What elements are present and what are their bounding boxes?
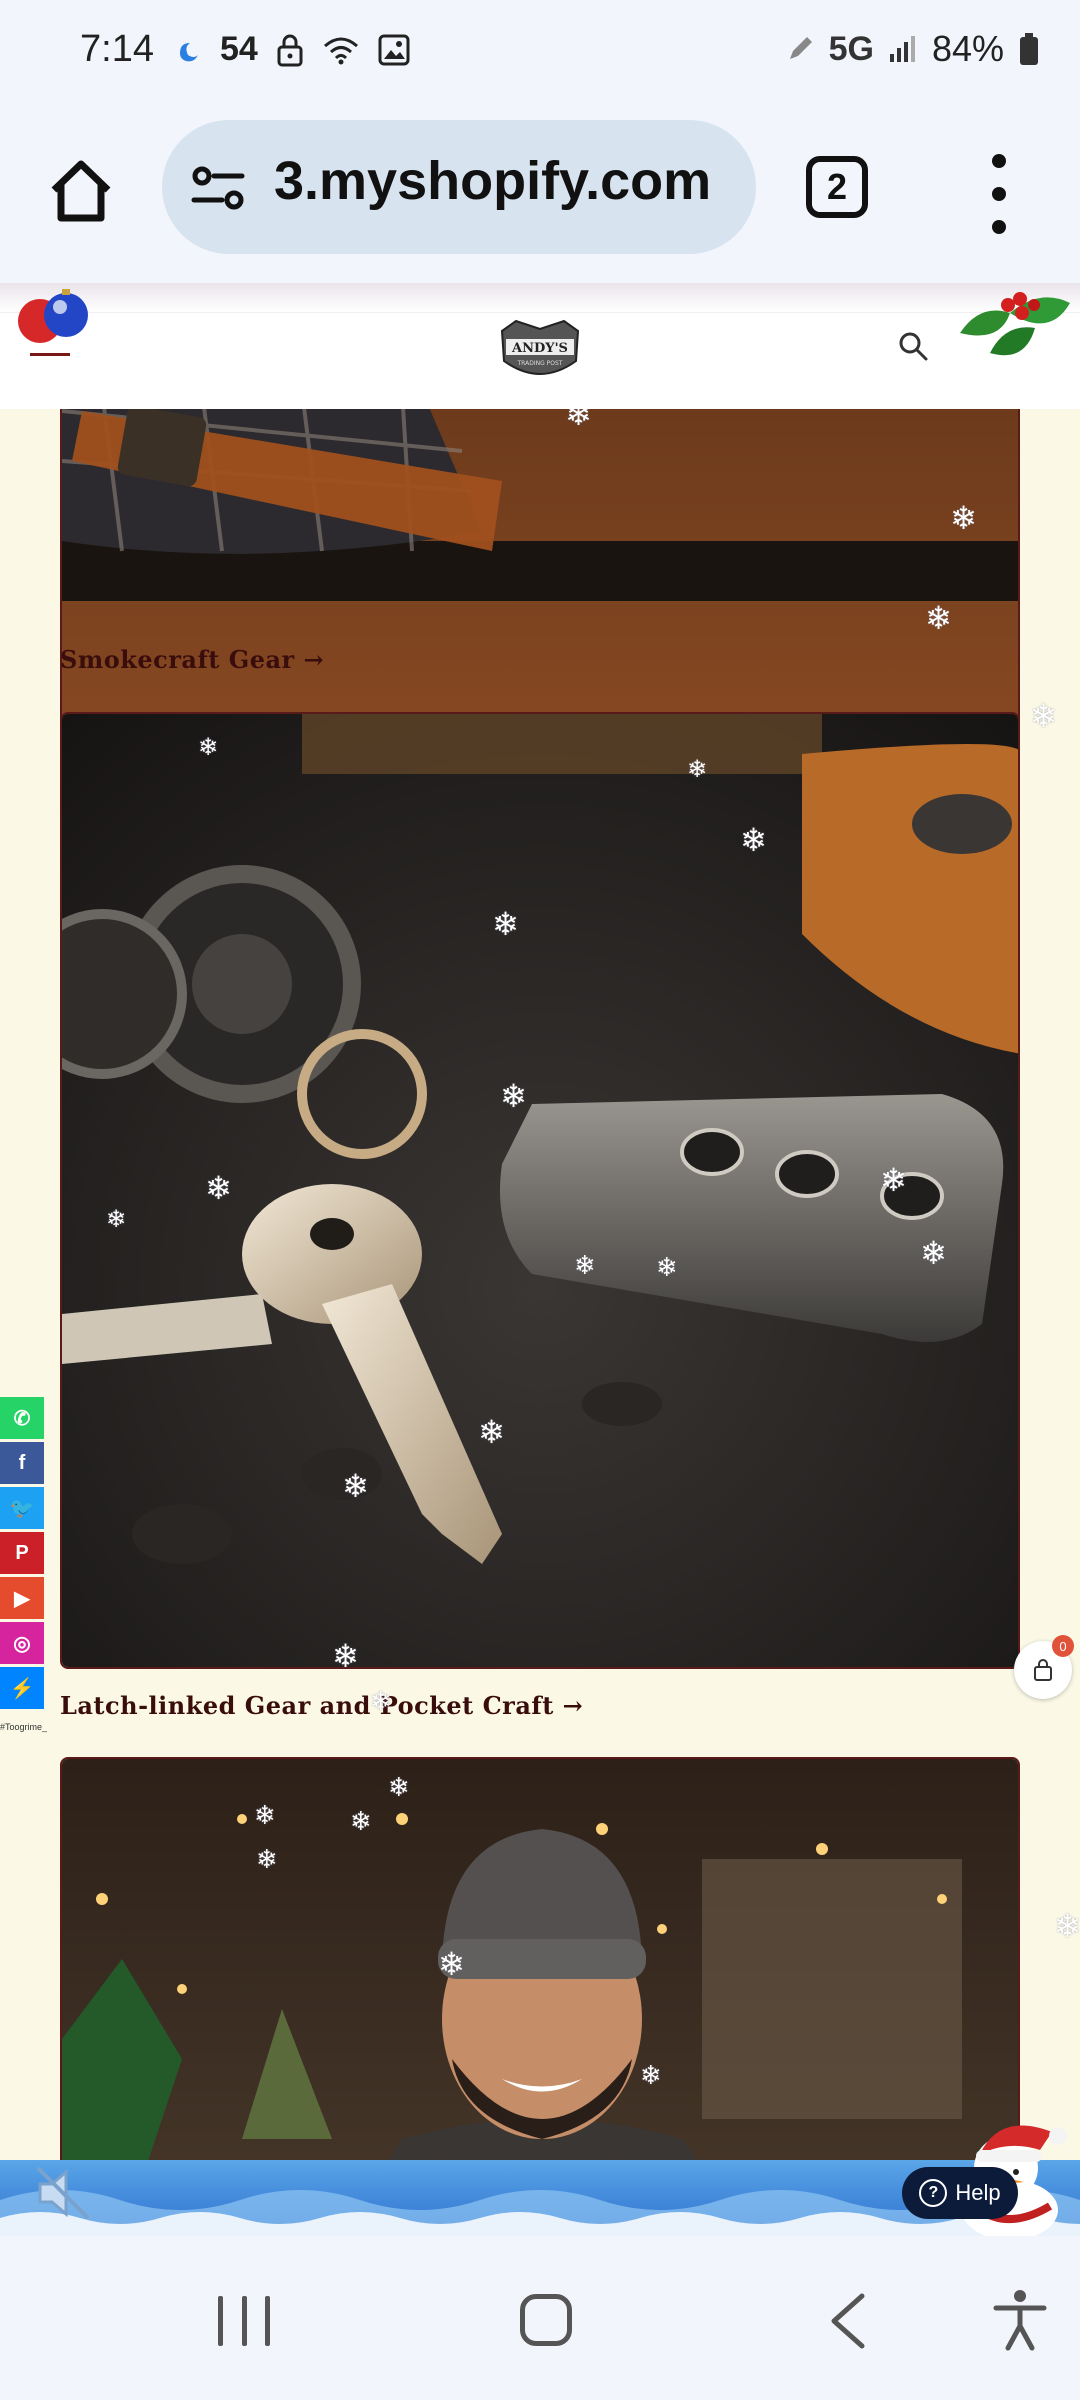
snowflake-icon: ❄ [438,1945,465,1983]
snowflake-icon: ❄ [332,1637,359,1675]
mute-icon[interactable] [30,2160,96,2226]
battery-icon [1020,33,1038,65]
collection-list: Smokecraft Gear → Latch-linked Gear and … [0,409,1080,2236]
facebook-icon[interactable]: f [0,1442,44,1484]
collection-link-smokecraft[interactable]: Smokecraft Gear → [60,645,324,674]
collection-card-image-latch[interactable] [60,712,1020,1669]
help-question-icon: ? [919,2179,948,2207]
snowflake-icon: ❄ [1054,1907,1080,1945]
pen-icon [789,37,812,59]
status-time: 7:14 [80,28,154,70]
menu-toggle-button[interactable] [30,353,70,387]
social-share-label: #Toogrime_ [0,1722,48,1732]
cart-count-badge: 0 [1052,1635,1074,1657]
battery-level: 84% [931,28,1004,69]
browser-menu-button[interactable] [982,154,1016,234]
collection-link-latch[interactable]: Latch-linked Gear and Pocket Craft → [60,1691,583,1720]
snowflake-icon: ❄ [920,1234,947,1272]
snowflake-icon: ❄ [256,1845,278,1875]
back-icon[interactable] [828,2292,868,2350]
snowflake-icon: ❄ [640,2061,662,2091]
snowflake-icon: ❄ [198,733,219,761]
snowflake-icon: ❄ [687,755,708,783]
site-logo[interactable]: ANDY'S TRADING POST [496,317,584,383]
snowflake-icon: ❄ [880,1161,907,1199]
site-settings-icon[interactable] [188,158,248,218]
home-button[interactable] [520,2294,572,2346]
snowflake-icon: ❄ [565,409,592,433]
snowflake-icon: ❄ [574,1251,596,1281]
whatsapp-icon[interactable]: ✆ [0,1397,44,1439]
browser-toolbar: 3.myshopify.com 2 [0,108,1080,283]
home-icon[interactable] [46,156,116,226]
status-temperature: 54 [220,30,258,68]
header-snow-decoration [0,283,1080,313]
gallery-icon [378,34,410,65]
help-button[interactable]: ? Help [902,2167,1018,2219]
recent-apps-button[interactable] [218,2296,270,2346]
address-bar[interactable]: 3.myshopify.com [162,120,756,254]
snowflake-icon: ❄ [500,1077,527,1115]
instagram-icon[interactable]: ◎ [0,1622,44,1664]
holly-decoration-icon [960,292,1070,356]
status-right-icons: 5G 84% [785,28,1040,70]
snowflake-icon: ❄ [350,1807,372,1837]
snowflake-icon: ❄ [656,1253,678,1283]
wifi-icon [323,37,358,64]
accessibility-icon[interactable] [990,2288,1050,2352]
messenger-icon[interactable]: ⚡ [0,1667,44,1709]
ornament-icon [18,289,88,343]
snowflake-icon: ❄ [342,1467,369,1505]
snowflake-icon: ❄ [740,821,767,859]
system-navigation-bar [0,2236,1080,2400]
tab-switcher-button[interactable]: 2 [806,156,868,218]
status-left-icons: 54 [176,30,410,69]
twitter-icon[interactable]: 🐦 [0,1487,44,1529]
snowflake-icon: ❄ [254,1801,276,1831]
snowflake-icon: ❄ [106,1205,127,1233]
help-label: Help [955,2180,1001,2205]
signal-icon [889,36,915,62]
social-share-bar: ✆ f 🐦 P ▶ ◎ ⚡ [0,1397,44,1712]
network-type: 5G [828,29,874,68]
search-icon[interactable] [896,329,930,363]
pinterest-icon[interactable]: P [0,1532,44,1574]
snowflake-icon: ❄ [950,499,977,537]
status-bar: 7:14 54 5G 84% [0,0,1080,108]
weather-icon [180,42,198,61]
cart-bag-icon [1034,1659,1052,1681]
snowflake-icon: ❄ [478,1413,505,1451]
snowflake-icon: ❄ [205,1169,232,1207]
site-header: ANDY'S TRADING POST [0,283,1080,409]
snowflake-icon: ❄ [925,599,952,637]
snowflake-icon: ❄ [1030,697,1057,735]
snowflake-icon: ❄ [370,1687,392,1717]
lock-icon [277,34,303,66]
url-text[interactable]: 3.myshopify.com [274,150,744,212]
snowflake-icon: ❄ [388,1773,410,1803]
svg-text:TRADING POST: TRADING POST [517,360,563,367]
svg-text:ANDY'S: ANDY'S [511,341,568,356]
snowflake-icon: ❄ [492,905,519,943]
youtube-icon[interactable]: ▶ [0,1577,44,1619]
